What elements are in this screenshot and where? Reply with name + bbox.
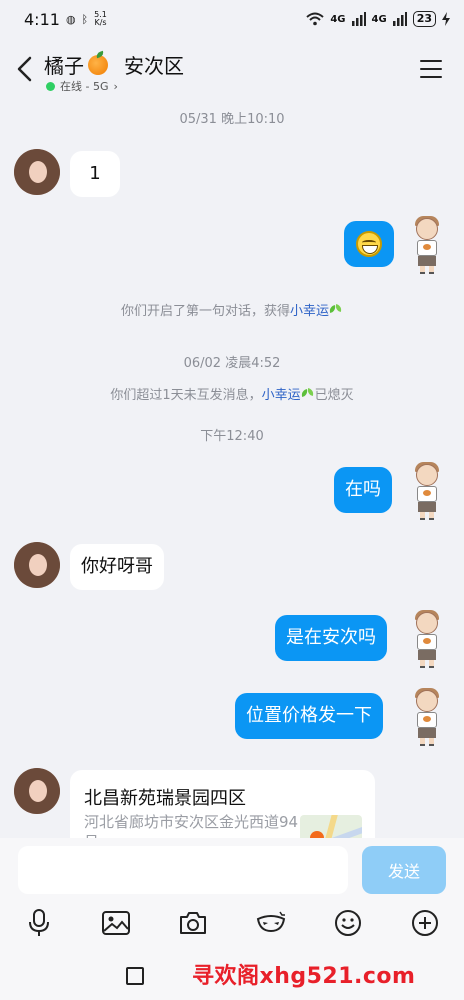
recent-apps-icon[interactable] (126, 967, 144, 985)
cell-signal-2: 4G (371, 13, 387, 25)
contact-location: 安次区 (124, 54, 184, 78)
chat-header: 橘子 安次区 在线 - 5G › (0, 44, 464, 98)
contact-avatar[interactable] (14, 542, 60, 588)
mic-icon[interactable] (22, 906, 56, 940)
contact-avatar[interactable] (14, 149, 60, 195)
image-icon[interactable] (99, 906, 133, 940)
timestamp: 下午12:40 (200, 429, 264, 444)
send-button[interactable]: 发送 (362, 846, 446, 894)
data-saver-icon: ◍ (65, 12, 76, 26)
contact-avatar[interactable] (14, 768, 60, 814)
my-avatar[interactable] (410, 688, 444, 748)
presence-status[interactable]: 在线 - 5G › (46, 78, 118, 94)
charging-icon (442, 12, 450, 26)
chat-title[interactable]: 橘子 安次区 (44, 50, 184, 79)
message-input[interactable] (18, 846, 348, 894)
location-name: 北昌新苑瑞景园四区 (84, 788, 246, 809)
mask-icon[interactable] (254, 906, 288, 940)
network-speed: 5.1 K/s (94, 10, 107, 27)
outgoing-message[interactable]: 位置价格发一下 (235, 693, 383, 739)
outgoing-message[interactable]: 是在安次吗 (275, 615, 387, 661)
system-notice: 你们超过1天未互发消息，小幸运 已熄灭 (110, 388, 354, 403)
cell-signal-1: 4G (330, 13, 346, 25)
wifi-icon (306, 12, 325, 26)
clock: 4:11 (24, 9, 60, 29)
lucky-link[interactable]: 小幸运 (290, 304, 329, 319)
outgoing-message[interactable]: 在吗 (334, 467, 392, 513)
back-arrow-icon[interactable] (16, 56, 34, 82)
bluetooth-icon: ᛒ (81, 12, 89, 26)
camera-icon[interactable] (176, 906, 210, 940)
incoming-message[interactable]: 1 (70, 151, 120, 197)
emoji-icon[interactable] (331, 906, 365, 940)
input-toolbar (0, 900, 464, 946)
online-dot-icon (46, 81, 55, 91)
lucky-link[interactable]: 小幸运 (262, 388, 301, 403)
watermark: 寻欢阁xhg521.com (192, 964, 416, 989)
presence-text: 在线 - 5G (60, 80, 109, 93)
my-avatar[interactable] (410, 610, 444, 670)
signal-bars-icon-2 (392, 12, 407, 26)
my-avatar[interactable] (410, 216, 444, 276)
timestamp: 05/31 晚上10:10 (179, 112, 285, 127)
my-avatar[interactable] (410, 462, 444, 522)
incoming-message[interactable]: 你好呀哥 (70, 544, 164, 590)
tangerine-emoji-icon (88, 54, 108, 75)
system-nav-bar: 寻欢阁xhg521.com (0, 946, 464, 1000)
sprout-icon (329, 304, 343, 316)
timestamp: 06/02 凌晨4:52 (183, 356, 281, 371)
outgoing-message[interactable] (344, 221, 394, 267)
composer: 发送 (0, 838, 464, 900)
system-notice: 你们开启了第一句对话，获得小幸运 (0, 300, 464, 319)
plus-icon[interactable] (408, 906, 442, 940)
grinning-face-emoji-icon (356, 231, 382, 257)
status-bar: 4:11 ◍ ᛒ 5.1 K/s 4G 4G 23 (0, 0, 464, 38)
chevron-right-icon: › (113, 79, 118, 93)
sprout-icon (301, 388, 315, 400)
signal-bars-icon (351, 12, 366, 26)
contact-name: 橘子 (44, 54, 84, 78)
battery-level: 23 (412, 11, 436, 27)
menu-icon[interactable] (420, 60, 442, 78)
